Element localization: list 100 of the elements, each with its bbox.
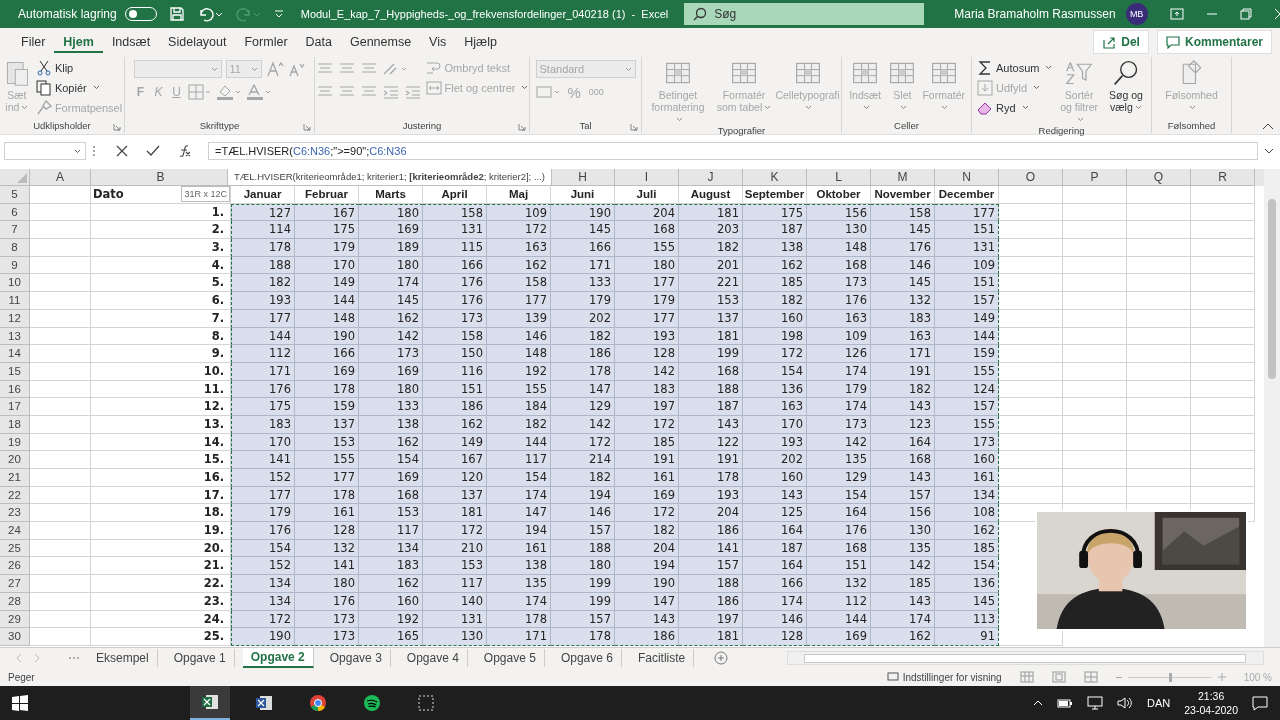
horizontal-scrollbar[interactable] (787, 651, 1264, 665)
user-avatar[interactable]: MB (1125, 3, 1148, 25)
column-header[interactable]: K (743, 169, 807, 186)
grow-font-icon[interactable] (265, 61, 284, 77)
font-color-icon[interactable] (245, 84, 272, 100)
row-header[interactable]: 8 (0, 239, 30, 257)
row-header[interactable]: 21 (0, 469, 30, 487)
ribbon-tab[interactable]: Vis (420, 30, 456, 53)
row-header[interactable]: 24 (0, 522, 30, 540)
speaker-icon[interactable] (1117, 696, 1134, 710)
column-header[interactable]: I (615, 169, 679, 186)
normal-view-icon[interactable] (1019, 671, 1034, 683)
ribbon-tab[interactable]: Formler (235, 30, 297, 53)
user-name[interactable]: Maria Bramaholm Rasmussen (954, 7, 1116, 21)
column-header[interactable]: P (1063, 169, 1127, 186)
fill-color-icon[interactable] (215, 84, 242, 100)
row-header[interactable]: 10 (0, 274, 30, 293)
sheet-tab[interactable]: Opgave 6 (552, 649, 622, 667)
share-button[interactable]: Del (1093, 29, 1149, 54)
border-icon[interactable] (187, 84, 212, 100)
shrink-font-icon[interactable] (287, 61, 306, 77)
view-settings-button[interactable]: Indstillinger for visning (886, 671, 1002, 683)
ribbon-tab[interactable]: Hjem (54, 30, 103, 53)
align-icon[interactable] (359, 62, 378, 76)
column-header[interactable]: N (935, 169, 999, 186)
column-header[interactable]: Q (1127, 169, 1191, 186)
add-sheet-icon[interactable] (714, 651, 729, 665)
taskbar-app-icon[interactable] (190, 686, 230, 720)
formula-field[interactable]: =TÆL.HVISER(C6:N36;">=90";C6:N36 (208, 142, 1258, 160)
redo-icon[interactable] (234, 6, 261, 22)
vertical-scrollbar[interactable] (1264, 169, 1280, 647)
ribbon-tab[interactable]: Indsæt (102, 30, 160, 53)
ribbon-command[interactable]: Kopiér (35, 78, 123, 97)
dialog-launcher-icon[interactable] (303, 123, 311, 131)
ribbon-tab[interactable]: Filer (12, 30, 55, 53)
zoom-slider-thumb[interactable] (1168, 672, 1172, 682)
row-header[interactable]: 7 (0, 221, 30, 240)
align-icon[interactable] (337, 85, 356, 99)
column-header[interactable]: J (679, 169, 743, 186)
align-icon[interactable] (337, 62, 356, 76)
sheet-tab[interactable]: Eksempel (88, 649, 158, 667)
row-header[interactable]: 11 (0, 292, 30, 310)
ribbon-tab[interactable]: Gennemse (340, 30, 421, 53)
sheet-tab[interactable]: Opgave 3 (321, 649, 391, 667)
language-indicator[interactable]: DAN (1147, 697, 1171, 709)
network-icon[interactable] (1087, 696, 1104, 710)
select-all-button[interactable] (0, 169, 30, 186)
cancel-icon[interactable] (116, 145, 128, 157)
ribbon-display-icon[interactable] (1169, 8, 1184, 20)
column-header[interactable]: M (871, 169, 935, 186)
clock-date[interactable]: 23-04-2020 (1184, 703, 1238, 717)
function-icon[interactable] (178, 144, 192, 158)
ribbon-command[interactable]: Autosum (977, 58, 1053, 77)
page-layout-icon[interactable] (1051, 671, 1066, 683)
ribbon-command[interactable]: Ryd (977, 98, 1053, 117)
restore-icon[interactable] (1239, 8, 1252, 20)
column-header[interactable]: H (551, 169, 615, 186)
comments-button[interactable]: Kommentarer (1156, 29, 1272, 54)
row-header[interactable]: 26 (0, 557, 30, 576)
notification-icon[interactable] (1252, 695, 1268, 711)
row-header[interactable]: 27 (0, 575, 30, 593)
row-header[interactable]: 17 (0, 398, 30, 416)
name-box[interactable] (4, 142, 86, 160)
search-field[interactable]: Søg (684, 3, 925, 25)
dialog-launcher-icon[interactable] (518, 123, 526, 131)
expand-icon[interactable] (1264, 147, 1274, 155)
ribbon-button[interactable]: Søg og vælg (1105, 58, 1146, 113)
windows-start-icon[interactable] (12, 695, 28, 711)
collapse-ribbon-icon[interactable] (1262, 122, 1274, 130)
zoom-slider[interactable] (1115, 672, 1226, 682)
tray-expand-icon[interactable] (1033, 699, 1044, 707)
indent-icon[interactable] (403, 85, 422, 99)
dialog-launcher-icon[interactable] (113, 123, 121, 131)
ribbon-tab[interactable]: Sidelayout (159, 30, 236, 53)
column-header[interactable]: A (30, 169, 91, 186)
dialog-launcher-icon[interactable] (630, 123, 638, 131)
row-header[interactable]: 30 (0, 628, 30, 646)
sheet-tab[interactable]: Opgave 1 (165, 649, 235, 667)
sheet-tab[interactable]: Facitliste (629, 649, 695, 667)
row-header[interactable]: 23 (0, 504, 30, 523)
column-header[interactable]: L (807, 169, 871, 186)
ribbon-tab[interactable]: Hjælp (455, 30, 506, 53)
page-break-icon[interactable] (1083, 671, 1098, 683)
ribbon-tab[interactable]: Data (296, 30, 341, 53)
column-header[interactable]: O (999, 169, 1063, 186)
more-icon[interactable] (68, 656, 80, 660)
indent-icon[interactable] (381, 85, 400, 99)
plus-icon[interactable] (1217, 673, 1226, 681)
row-header[interactable]: 14 (0, 345, 30, 363)
next-sheet-icon[interactable] (32, 653, 42, 663)
row-header[interactable]: 20 (0, 451, 30, 469)
sheet-tab[interactable]: Opgave 4 (398, 649, 468, 667)
clock-time[interactable]: 21:36 (1198, 689, 1225, 703)
battery-icon[interactable] (1057, 698, 1074, 708)
ribbon-command[interactable]: Klip (35, 58, 123, 77)
previous-sheet-icon[interactable] (14, 653, 24, 663)
row-header[interactable]: 5 (0, 186, 30, 204)
enter-icon[interactable] (146, 145, 160, 157)
sheet-tab[interactable]: Opgave 2 (242, 648, 314, 668)
save-icon[interactable] (168, 6, 185, 22)
